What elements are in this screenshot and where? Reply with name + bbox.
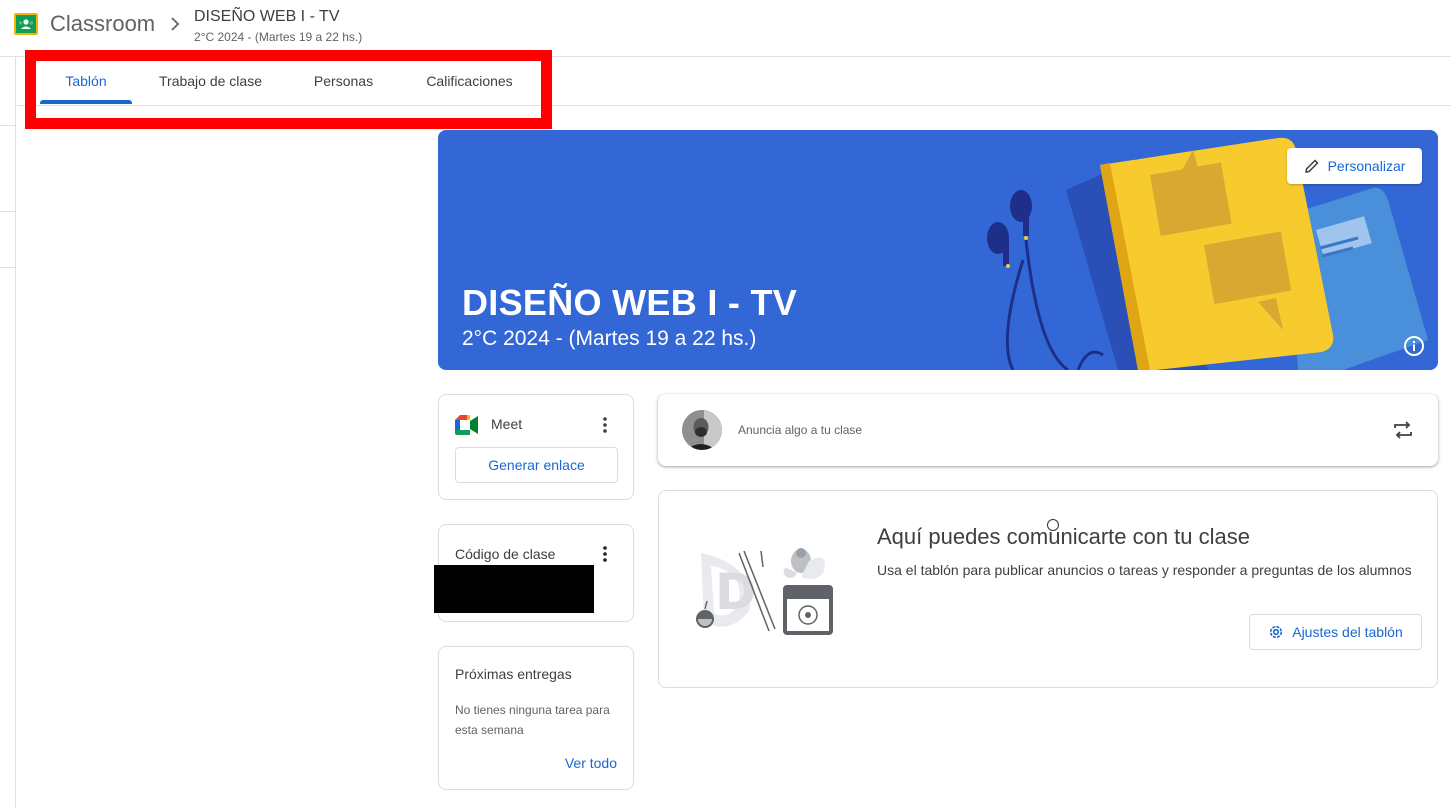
meet-card: Meet Generar enlace (438, 394, 634, 500)
gear-icon (1270, 625, 1283, 639)
rail-divider (0, 125, 15, 126)
rail-divider (0, 267, 15, 268)
stream-empty-description: Usa el tablón para publicar anuncios o t… (877, 562, 1412, 578)
pencil-icon (1304, 159, 1319, 173)
banner-class-section: 2°C 2024 - (Martes 19 a 22 hs.) (462, 327, 757, 350)
class-banner: DISEÑO WEB I - TV 2°C 2024 - (Martes 19 … (438, 130, 1438, 370)
more-vert-icon[interactable] (602, 416, 608, 434)
user-avatar (682, 410, 722, 450)
customize-button-label: Personalizar (1327, 158, 1406, 174)
upcoming-work-card: Próximas entregas No tienes ninguna tare… (438, 646, 634, 790)
annotation-highlight-box (25, 50, 552, 129)
announce-box[interactable]: Anuncia algo a tu clase (658, 394, 1438, 466)
chevron-right-icon (171, 17, 180, 31)
stream-illustration: D (696, 548, 833, 635)
mouse-cursor (1047, 519, 1059, 531)
class-code-label: Código de clase (455, 546, 556, 562)
top-app-bar: Classroom DISEÑO WEB I - TV 2°C 2024 - (… (0, 0, 1451, 57)
google-meet-icon (455, 415, 478, 435)
classroom-logo-icon[interactable] (14, 13, 38, 35)
breadcrumb-class-name[interactable]: DISEÑO WEB I - TV (194, 8, 340, 26)
svg-text:D: D (715, 563, 757, 621)
upcoming-title: Próximas entregas (455, 666, 572, 682)
meet-label: Meet (491, 416, 523, 432)
generate-link-button[interactable]: Generar enlace (455, 447, 618, 483)
navigation-rail (0, 57, 16, 808)
more-vert-icon[interactable] (602, 545, 608, 563)
stream-settings-button[interactable]: Ajustes del tablón (1249, 614, 1422, 650)
app-title[interactable]: Classroom (50, 11, 155, 37)
banner-class-title: DISEÑO WEB I - TV (462, 282, 798, 323)
redacted-class-code (434, 565, 594, 613)
announce-placeholder[interactable]: Anuncia algo a tu clase (738, 423, 862, 437)
customize-button[interactable]: Personalizar (1287, 148, 1422, 184)
breadcrumb-class-section: 2°C 2024 - (Martes 19 a 22 hs.) (194, 30, 363, 44)
rail-divider (0, 211, 15, 212)
view-all-link[interactable]: Ver todo (565, 755, 617, 771)
info-icon[interactable] (1403, 335, 1425, 357)
upcoming-empty-message: No tienes ninguna tarea para esta semana (455, 703, 610, 737)
repost-icon[interactable] (1392, 419, 1414, 441)
stream-settings-label: Ajustes del tablón (1292, 624, 1403, 640)
stream-empty-title: Aquí puedes comunicarte con tu clase (877, 524, 1251, 549)
